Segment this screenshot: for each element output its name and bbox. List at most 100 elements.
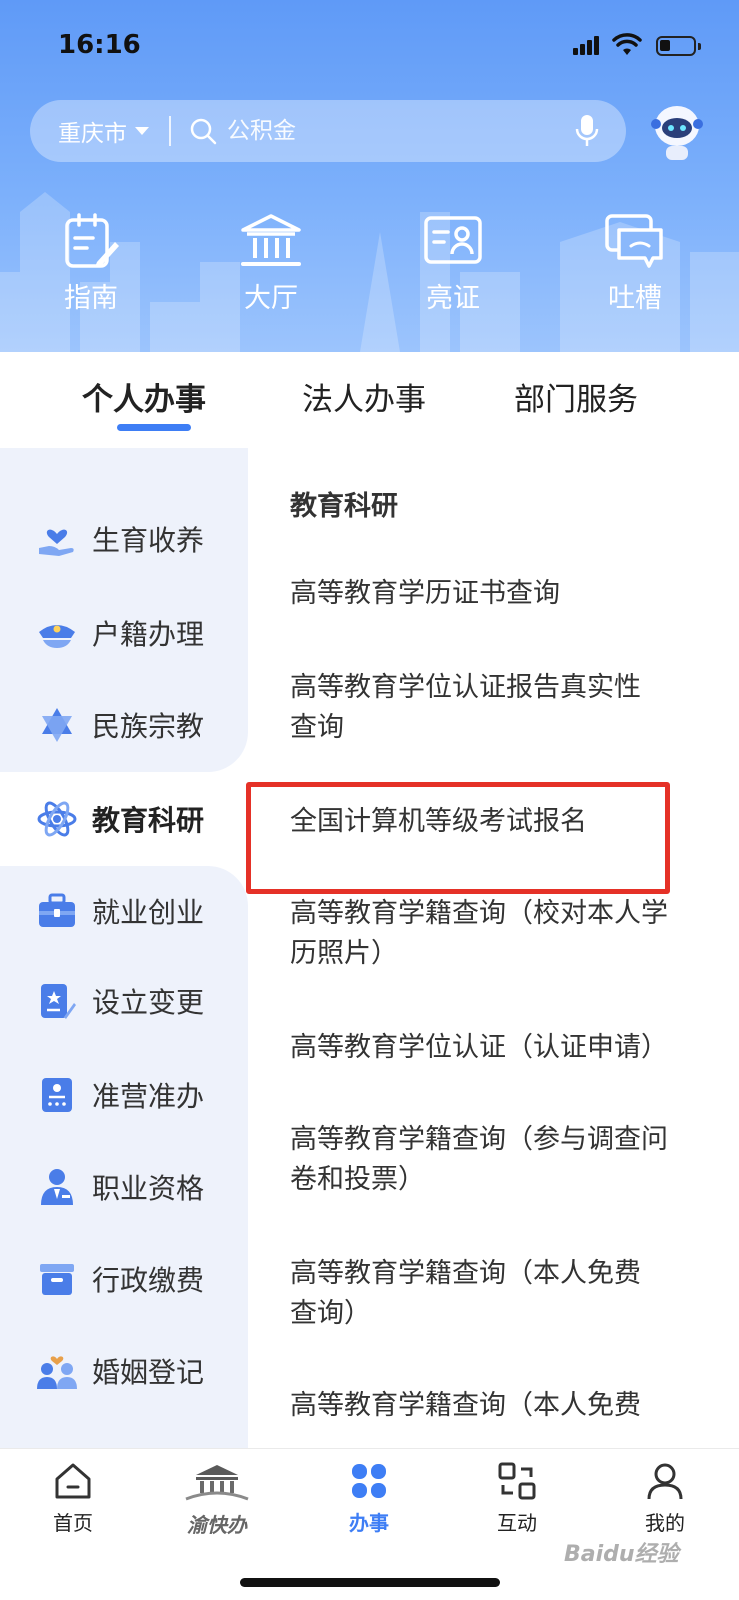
sidebar-item-education-research[interactable]: 教育科研 [0, 772, 248, 866]
search-divider [169, 116, 171, 146]
status-time: 16:16 [58, 30, 141, 60]
hand-heart-icon [36, 518, 78, 560]
grid-icon [352, 1464, 386, 1498]
sidebar-item-label: 教育科研 [92, 804, 205, 837]
section-title: 教育科研 [290, 491, 398, 522]
home-icon [55, 1463, 91, 1499]
sidebar-item-label: 婚姻登记 [92, 1356, 205, 1389]
service-item[interactable]: 高等教育学位认证报告真实性 查询 [290, 668, 710, 748]
briefcase-icon [36, 890, 78, 932]
service-label-cont: 查询） [290, 1298, 371, 1329]
star-of-david-icon [36, 704, 78, 746]
home-indicator [240, 1578, 500, 1587]
service-label: 高等教育学籍查询（本人免费 [290, 1258, 641, 1289]
service-list: 教育科研 高等教育学历证书查询 高等教育学位认证报告真实性 查询 全国计算机等级… [248, 448, 739, 1448]
tab-legal-entity[interactable]: 法人办事 [302, 374, 426, 419]
search-input[interactable] [227, 118, 527, 144]
cellular-signal-icon [573, 36, 601, 55]
feedback-icon [605, 214, 663, 268]
service-item[interactable]: 高等教育学籍查询（本人免费 查询） [290, 1254, 710, 1334]
sidebar-item-label: 行政缴费 [92, 1264, 205, 1297]
sidebar-item-operating-license[interactable]: 准营准办 [0, 1048, 248, 1142]
service-label: 高等教育学籍查询（校对本人学 [290, 898, 668, 929]
nav-interact[interactable]: 互动 [462, 1461, 572, 1536]
guide-icon [65, 213, 119, 268]
professional-icon [36, 1166, 78, 1208]
nav-label: 办事 [349, 1511, 389, 1535]
archive-box-icon [36, 1258, 78, 1300]
service-item[interactable]: 高等教育学籍查询（校对本人学 历照片） [290, 894, 710, 974]
category-sidebar: 生育收养 户籍办理 民族宗教 教育科研 就业创业 设立变更 准营准办 职业资格 … [0, 448, 248, 1448]
service-label: 高等教育学籍查询（参与调查问 [290, 1124, 668, 1155]
tab-department[interactable]: 部门服务 [514, 374, 638, 419]
active-notch-top [200, 724, 248, 772]
quick-action-show-id[interactable]: 亮证 [398, 212, 508, 315]
service-label-cont: 历照片） [290, 938, 398, 969]
search-bar[interactable]: 重庆市 [30, 100, 626, 162]
active-tab-indicator [117, 424, 191, 431]
sidebar-item-qualification[interactable]: 职业资格 [0, 1140, 248, 1234]
category-tabs: 个人办事 法人办事 部门服务 [0, 352, 739, 448]
city-selector[interactable]: 重庆市 [58, 114, 149, 148]
caret-down-icon [135, 127, 149, 135]
header: 16:16 重庆市 公积金 指南 大厅 亮证 吐槽 [0, 0, 739, 352]
service-label: 高等教育学历证书查询 [290, 578, 560, 609]
quick-action-hall[interactable]: 大厅 [216, 212, 326, 315]
battery-icon [656, 36, 701, 56]
sidebar-item-employment[interactable]: 就业创业 [0, 864, 248, 958]
service-label-cont: 查询 [290, 712, 344, 743]
nav-yukuaiban[interactable]: 渝快办 [162, 1461, 272, 1538]
yukuaiban-logo [185, 1465, 249, 1501]
nav-label: 互动 [497, 1511, 537, 1535]
sidebar-item-label: 职业资格 [92, 1172, 205, 1205]
sidebar-item-birth-adoption[interactable]: 生育收养 [0, 492, 248, 586]
service-item[interactable]: 高等教育学位认证（认证申请） [290, 1028, 710, 1068]
quick-action-guide[interactable]: 指南 [36, 212, 146, 315]
atom-icon [36, 798, 78, 840]
couple-icon [36, 1350, 78, 1392]
service-item[interactable]: 高等教育学历证书查询 [290, 574, 710, 614]
sidebar-item-label: 民族宗教 [92, 710, 205, 743]
status-bar: 16:16 [0, 0, 739, 90]
quick-action-label: 指南 [64, 283, 118, 314]
service-label: 高等教育学位认证报告真实性 [290, 672, 641, 703]
wifi-icon [612, 33, 642, 55]
nav-label: 渝快办 [187, 1513, 247, 1537]
search-icon [190, 118, 217, 145]
watermark-text: Baidu经验 [564, 1542, 679, 1567]
sidebar-item-label: 设立变更 [92, 986, 205, 1019]
sidebar-item-marriage[interactable]: 婚姻登记 [0, 1324, 248, 1418]
sidebar-item-label: 生育收养 [92, 524, 205, 557]
sidebar-item-label: 准营准办 [92, 1080, 205, 1113]
nav-home[interactable]: 首页 [18, 1461, 128, 1536]
quick-action-label: 吐槽 [608, 283, 662, 314]
service-item[interactable]: 高等教育学籍查询（参与调查问 卷和投票） [290, 1120, 710, 1200]
sidebar-item-admin-fees[interactable]: 行政缴费 [0, 1232, 248, 1326]
nav-profile[interactable]: 我的 [610, 1461, 720, 1536]
sidebar-item-establish-change[interactable]: 设立变更 [0, 954, 248, 1048]
quick-action-label: 亮证 [426, 283, 480, 314]
license-icon [36, 1074, 78, 1116]
id-card-icon [424, 216, 482, 264]
quick-action-feedback[interactable]: 吐槽 [580, 212, 690, 315]
nav-label: 我的 [645, 1511, 685, 1535]
service-label-cont: 卷和投票） [290, 1164, 425, 1195]
service-label: 高等教育学位认证（认证申请） [290, 1032, 668, 1063]
document-pen-icon [36, 980, 78, 1022]
hall-icon [241, 214, 301, 266]
annotation-highlight-box [246, 782, 670, 894]
nav-services[interactable]: 办事 [314, 1461, 424, 1536]
city-label: 重庆市 [58, 121, 127, 147]
sidebar-item-household[interactable]: 户籍办理 [0, 586, 248, 680]
nav-label: 首页 [53, 1511, 93, 1535]
user-icon [647, 1463, 683, 1500]
quick-actions: 指南 大厅 亮证 吐槽 [0, 212, 739, 322]
sidebar-item-label: 就业创业 [92, 896, 205, 929]
tab-personal[interactable]: 个人办事 [82, 374, 206, 419]
police-cap-icon [36, 612, 78, 654]
robot-assistant-avatar[interactable] [648, 102, 706, 164]
sidebar-item-label: 户籍办理 [92, 618, 205, 651]
quick-action-label: 大厅 [244, 283, 298, 314]
microphone-icon[interactable] [574, 113, 600, 149]
service-item[interactable]: 高等教育学籍查询（本人免费 [290, 1386, 710, 1426]
